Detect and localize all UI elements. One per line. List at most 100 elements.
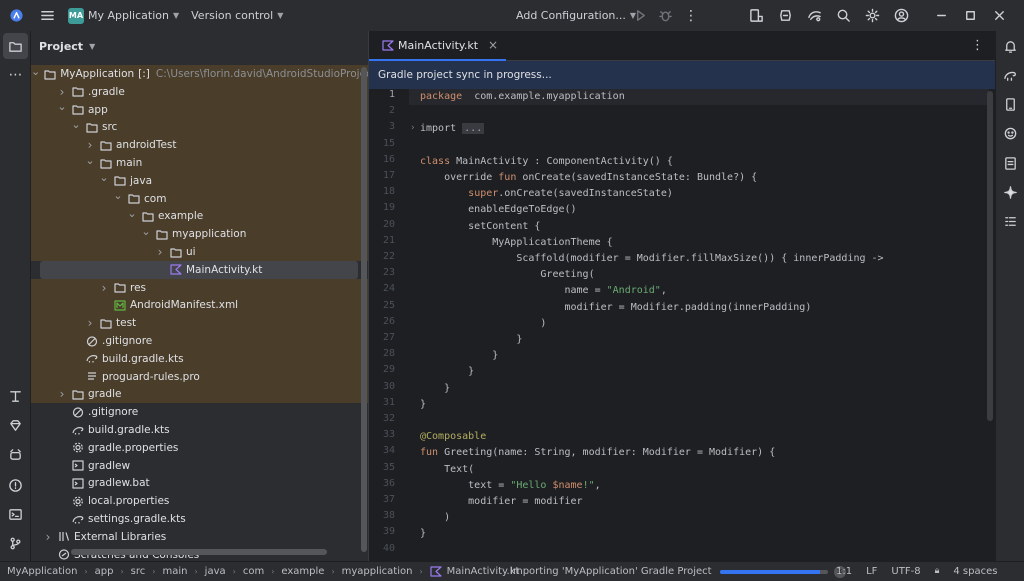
build-icon[interactable] [0,384,31,408]
background-task-label[interactable]: Importing 'MyApplication' Gradle Project [510,566,712,577]
breadcrumb-item[interactable]: src [131,566,146,577]
hamburger-menu-icon[interactable] [32,0,62,31]
tree-item[interactable]: › res [31,278,368,297]
folded-imports[interactable]: ... [462,123,485,135]
tree-item-label: ui [186,246,196,258]
kotlin-file-icon [381,39,394,51]
indent-setting[interactable]: 4 spaces [953,566,997,577]
chevron-right-icon[interactable]: › [43,530,53,544]
account-icon[interactable] [886,0,916,31]
more-icon[interactable]: ⋯ [0,63,31,87]
tree-item[interactable]: .gitignore [31,332,368,350]
gemini-icon[interactable] [996,180,1024,204]
tree-item[interactable]: build.gradle.kts [31,349,368,368]
breadcrumb-item[interactable]: example [281,566,324,577]
notifications-icon[interactable] [996,34,1024,58]
run-config-selector[interactable]: Add Configuration... ▼ [516,0,636,31]
tree-item[interactable]: ⌄ example [31,207,368,226]
project-icon[interactable] [3,33,28,59]
close-icon[interactable] [984,0,1014,31]
ai-assistant-icon[interactable] [799,0,829,31]
breadcrumb-item[interactable]: myapplication [342,566,413,577]
tree-item[interactable]: gradlew [31,457,368,475]
folder-icon [155,229,168,240]
terminal-icon[interactable] [0,502,31,526]
device-manager-icon[interactable] [741,0,771,31]
chevron-down-icon[interactable]: ⌄ [99,171,109,184]
tree-item[interactable]: ⌄ app [31,100,368,119]
logcat-icon[interactable] [996,151,1024,175]
logcat-icon[interactable] [0,442,31,466]
tree-item[interactable]: ⌄ main [31,154,368,172]
problems-icon[interactable] [0,473,31,497]
tree-item[interactable]: › .gradle [31,82,368,101]
chevron-right-icon[interactable]: › [85,138,95,152]
chevron-down-icon[interactable]: ⌄ [31,65,40,78]
chevron-right-icon[interactable]: › [85,316,95,330]
project-switcher[interactable]: MA My Application ▼ [68,0,179,31]
chevron-down-icon[interactable]: ⌄ [141,225,151,238]
tree-item[interactable]: build.gradle.kts [31,421,368,439]
settings-icon[interactable] [857,0,887,31]
code-line: setContent { [420,219,540,235]
tree-item[interactable]: ⌄ myapplication [31,225,368,244]
tree-item[interactable]: ⌄ MyApplication [:] C:\Users\florin.david\A… [31,65,368,83]
tree-item[interactable]: AndroidManifest.xml [31,296,368,315]
chevron-right-icon[interactable]: › [99,281,109,295]
tree-horizontal-scrollbar[interactable] [71,549,327,555]
tree-item[interactable]: proguard-rules.pro [31,367,368,386]
tree-item[interactable]: › androidTest [31,136,368,155]
breadcrumb-item[interactable]: java [205,566,226,577]
gradle-icon[interactable] [996,63,1024,87]
tree-item[interactable]: ⌄ com [31,189,368,208]
more-icon[interactable]: ⋮ [971,38,984,53]
chevron-down-icon[interactable]: ⌄ [57,100,67,113]
maximize-icon[interactable] [955,0,985,31]
tree-item[interactable]: ⌄ java [31,171,368,190]
project-panel-header[interactable]: Project ▼ [31,31,368,61]
lock-icon[interactable]: 🔒︎ [935,566,940,577]
fold-arrow-icon[interactable]: › [411,123,415,133]
chevron-down-icon[interactable]: ⌄ [71,118,81,131]
chevron-down-icon[interactable]: ⌄ [127,207,137,220]
tree-item[interactable]: › gradle [31,385,368,404]
app-logo-icon[interactable] [0,0,32,31]
breadcrumb-item[interactable]: app [95,566,114,577]
cursor-position[interactable]: 1:1 [836,566,852,577]
vcs-menu[interactable]: Version control ▼ [191,0,283,31]
breadcrumb-item[interactable]: MyApplication [7,566,77,577]
close-tab-icon[interactable]: × [488,38,498,52]
tree-item[interactable]: .gitignore [31,403,368,421]
breadcrumb-item[interactable]: MainActivity.kt [447,566,520,577]
tree-item[interactable]: gradlew.bat [31,474,368,492]
tree-item[interactable]: › test [31,314,368,333]
search-icon[interactable] [828,0,858,31]
editor-vertical-scrollbar[interactable] [987,91,993,421]
chevron-right-icon[interactable]: › [57,85,67,99]
tree-item[interactable]: ⌄ src [31,118,368,137]
breadcrumb-item[interactable]: main [162,566,187,577]
tree-item[interactable]: › External Libraries [31,528,368,546]
emulator-icon[interactable] [996,121,1024,145]
structure-icon[interactable] [996,209,1024,233]
device-manager-icon[interactable] [996,92,1024,116]
chevron-down-icon[interactable]: ⌄ [113,189,123,202]
sdk-manager-icon[interactable] [770,0,800,31]
tree-item[interactable]: local.properties [31,492,368,510]
tree-item[interactable]: gradle.properties [31,439,368,457]
line-separator[interactable]: LF [866,566,877,577]
breadcrumb-item[interactable]: com [243,566,264,577]
gem-icon[interactable] [0,413,31,437]
tree-item[interactable]: › ui [31,243,368,261]
tree-item[interactable]: settings.gradle.kts [31,510,368,528]
chevron-down-icon[interactable]: ⌄ [85,154,95,167]
git-icon[interactable] [0,531,31,555]
file-encoding[interactable]: UTF-8 [891,566,920,577]
more-actions-icon[interactable]: ⋮ [676,0,706,31]
chevron-right-icon[interactable]: › [155,245,165,259]
tree-item[interactable]: MainActivity.kt [40,260,358,279]
tab-mainactivity[interactable]: MainActivity.kt × [369,31,507,61]
tree-vertical-scrollbar[interactable] [361,67,367,552]
chevron-right-icon[interactable]: › [57,387,67,401]
minimize-icon[interactable] [926,0,956,31]
